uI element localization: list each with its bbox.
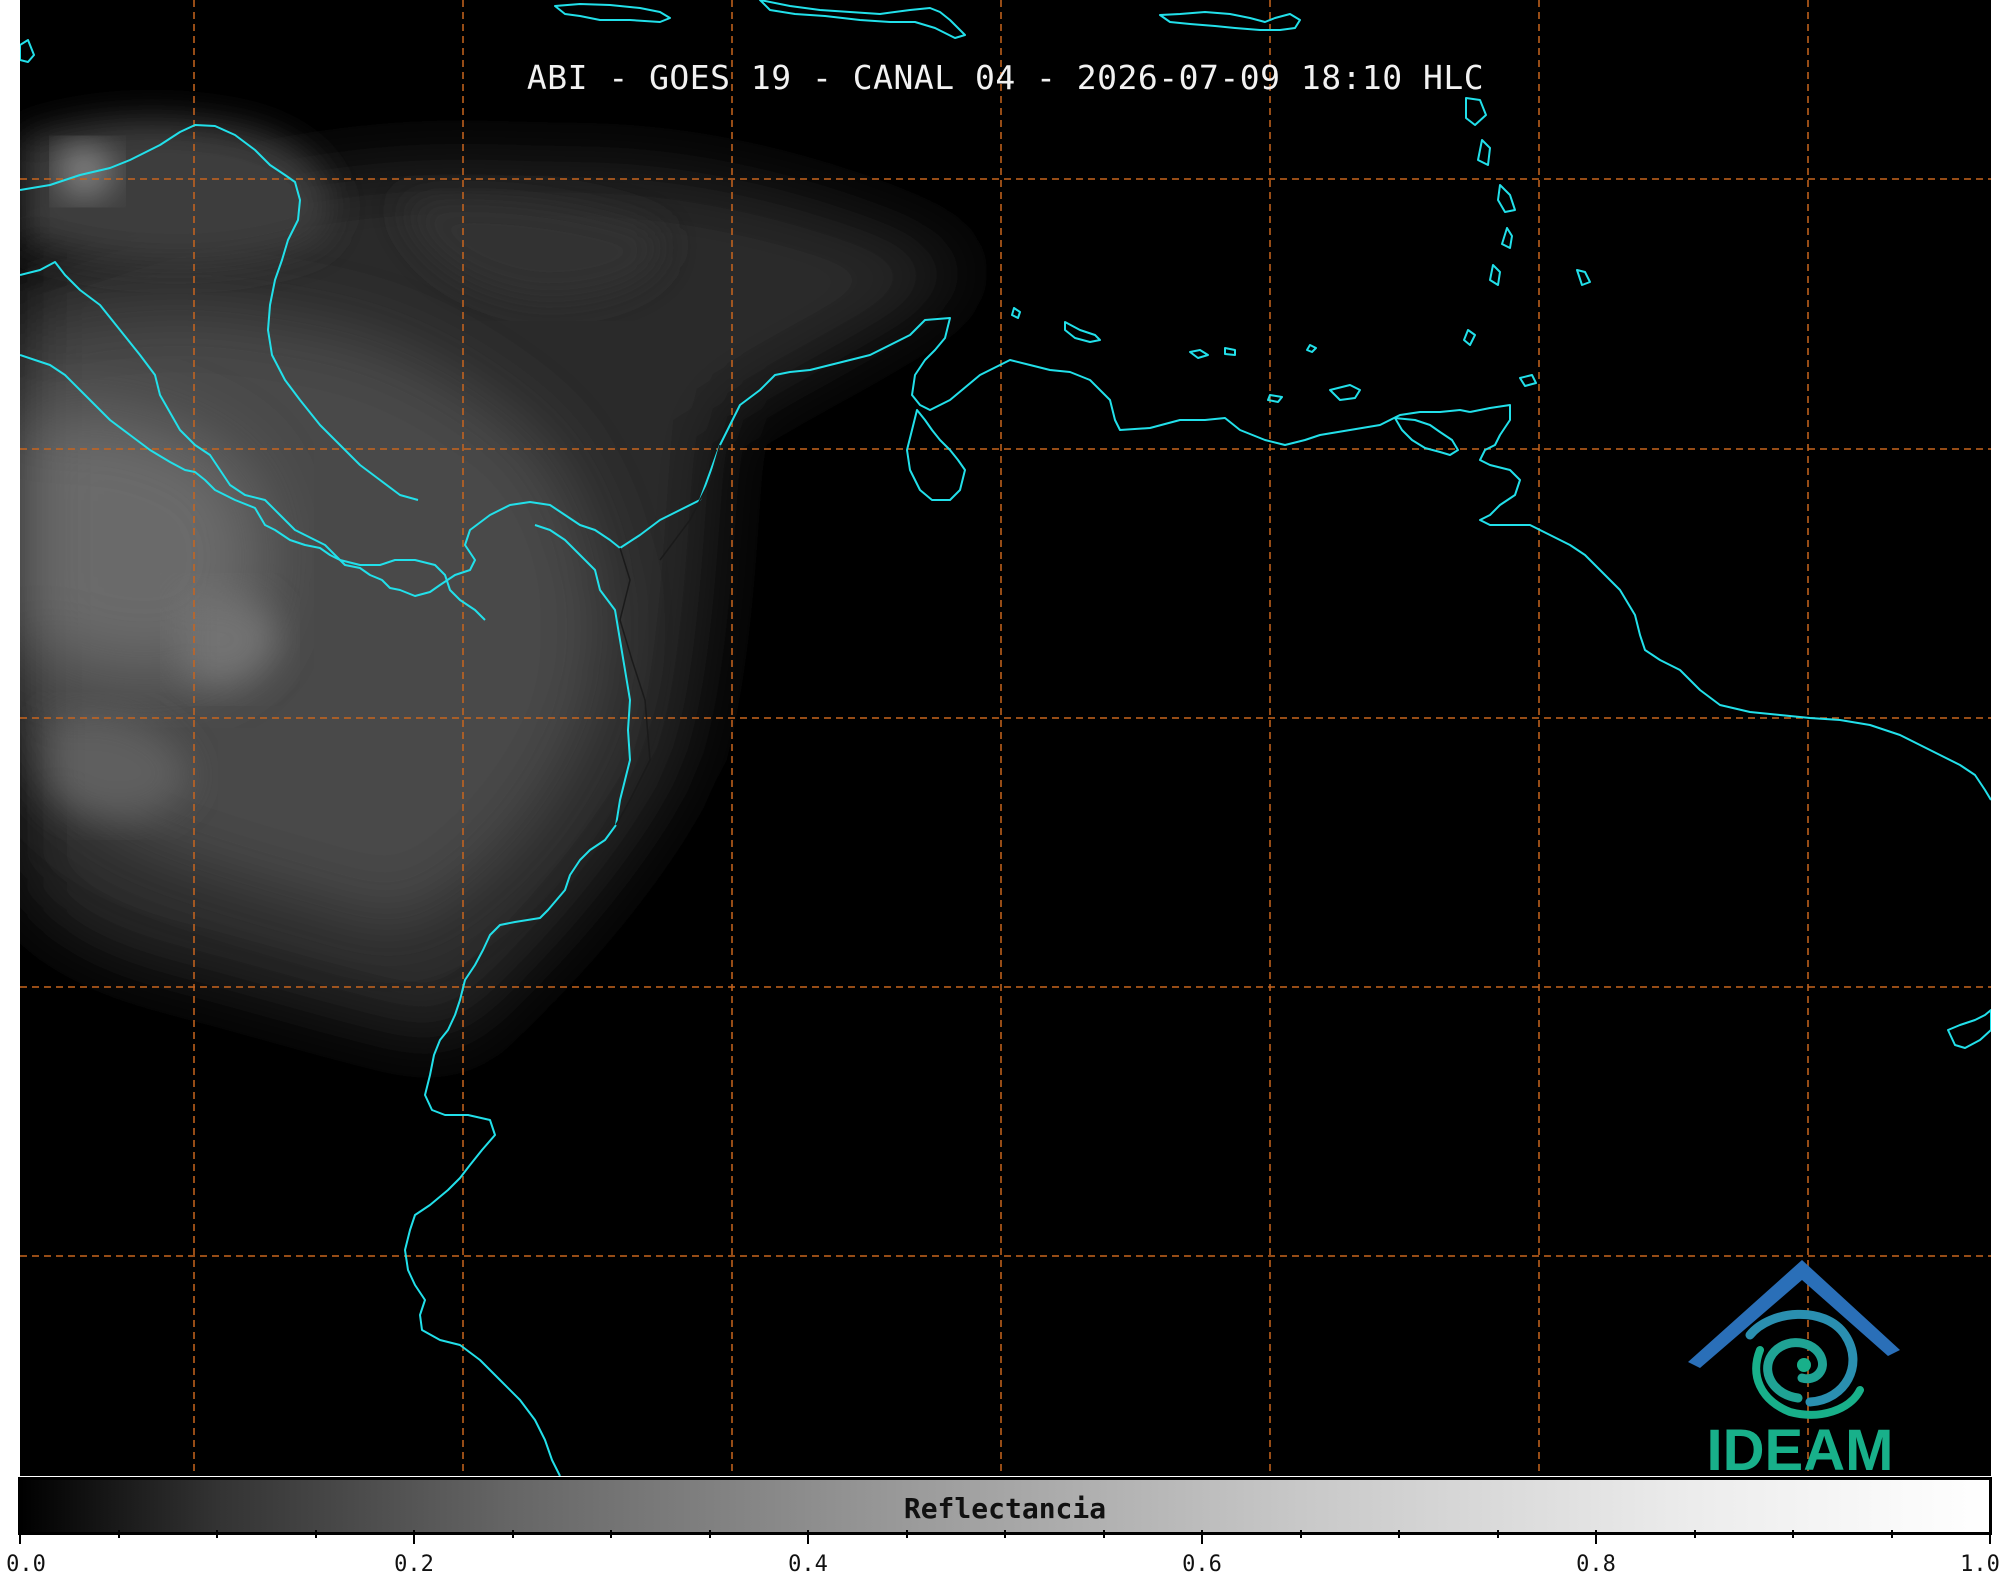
colorbar-tick-label: 1.0 (1960, 1552, 2000, 1577)
colorbar-tick-label: 0.6 (1182, 1552, 1222, 1577)
colorbar: Reflectancia (18, 1477, 1992, 1535)
logo-text: IDEAM (1707, 1418, 1894, 1476)
map-title: ABI - GOES 19 - CANAL 04 - 2026-07-09 18… (526, 58, 1485, 97)
colorbar-tick-label: 0.4 (788, 1552, 828, 1577)
colorbar-label: Reflectancia (903, 1492, 1107, 1525)
satellite-image-panel: IDEAM ABI - GOES 19 - CANAL 04 - 2026-07… (20, 0, 1991, 1476)
satellite-map: IDEAM (20, 0, 1991, 1476)
colorbar-ticks (19, 1530, 1991, 1544)
colorbar-tick-label: 0.0 (6, 1552, 46, 1577)
colorbar-tick-label: 0.2 (394, 1552, 434, 1577)
colorbar-tick-label: 0.8 (1576, 1552, 1616, 1577)
